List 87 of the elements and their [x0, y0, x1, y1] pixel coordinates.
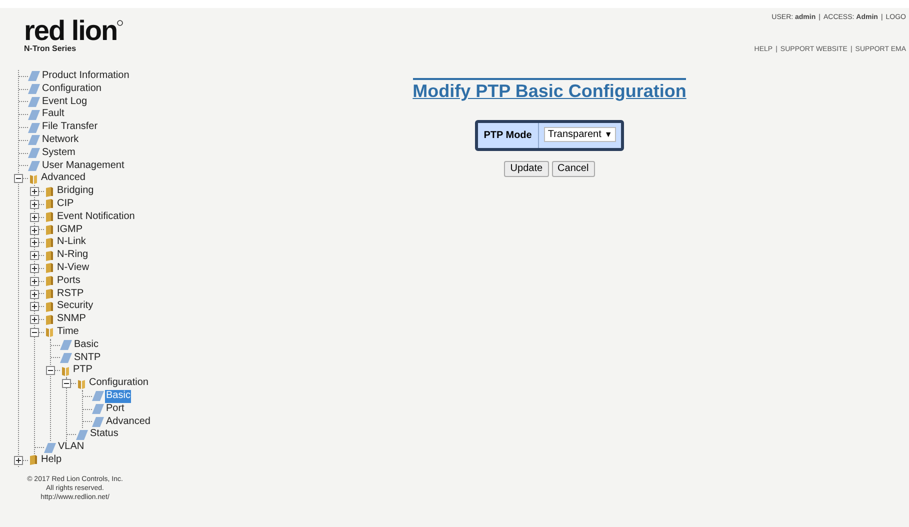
folder-icon [45, 314, 54, 325]
tree-item[interactable]: Basic [73, 338, 100, 352]
page-icon [28, 148, 40, 158]
logo-wordmark: red lion [24, 18, 118, 44]
tree-item[interactable]: Basic [105, 390, 132, 403]
page-icon [28, 84, 40, 94]
page-icon [92, 391, 104, 402]
tree-item[interactable]: Advanced [40, 172, 86, 186]
expand-icon[interactable] [30, 276, 39, 286]
folder-icon [45, 276, 54, 286]
folder-icon [45, 199, 54, 210]
page-icon [28, 71, 40, 82]
folder-icon [29, 455, 38, 466]
expand-icon[interactable] [30, 200, 39, 209]
tree-item[interactable]: Network [41, 134, 80, 147]
folder-icon [45, 288, 54, 299]
registered-mark-icon [117, 20, 124, 26]
expand-icon[interactable] [30, 315, 39, 324]
collapse-icon[interactable] [62, 379, 71, 388]
tree-item[interactable]: PTP [72, 364, 94, 378]
page-icon [28, 160, 40, 171]
expand-icon[interactable] [30, 290, 39, 299]
update-button[interactable]: Update [504, 161, 549, 177]
logo-subtitle: N-Tron Series [24, 44, 78, 54]
mode-dropdown[interactable]: Transparent ▼ [544, 127, 616, 142]
expand-icon[interactable] [30, 302, 39, 312]
page-icon [28, 135, 40, 146]
dropdown-arrow: ▼ [604, 128, 612, 140]
folder-icon [45, 186, 54, 197]
tree-item[interactable]: CIP [56, 198, 75, 211]
tree-item[interactable]: IGMP [56, 224, 84, 236]
tree-item[interactable]: File Transfer [41, 121, 99, 134]
tree-item[interactable]: N-View [56, 262, 90, 275]
collapse-icon[interactable] [46, 366, 55, 376]
page-icon [92, 404, 104, 414]
tree-item[interactable]: Security [56, 300, 94, 314]
cancel-button[interactable]: Cancel [552, 161, 595, 177]
folder-icon [45, 250, 54, 261]
tree-item[interactable]: Ports [56, 274, 82, 288]
folder-icon [45, 224, 54, 235]
tree-item[interactable]: Configuration [41, 82, 102, 96]
folder-icon [45, 263, 54, 274]
collapse-icon[interactable] [14, 174, 23, 184]
tree-item[interactable]: Help [40, 454, 63, 467]
expand-icon[interactable] [30, 264, 39, 273]
page-icon [28, 122, 40, 133]
tree-item[interactable]: SNMP [56, 313, 87, 326]
tree-item[interactable]: Advanced [105, 416, 152, 428]
tree-item[interactable]: Event Log [41, 96, 88, 108]
expand-icon[interactable] [30, 226, 39, 235]
tree-item[interactable]: Product Information [41, 70, 130, 83]
expand-icon[interactable] [30, 238, 39, 248]
folder-icon [29, 174, 38, 184]
folder-icon [45, 327, 54, 338]
tree-item[interactable]: SNTP [73, 352, 102, 364]
tree-item[interactable]: Configuration [88, 377, 150, 390]
tree-item[interactable]: User Management [41, 160, 126, 172]
folder-icon [45, 212, 54, 222]
tree-item[interactable]: Status [89, 428, 120, 442]
page-title: Modify PTP Basic Configuration [412, 78, 686, 102]
page-icon [60, 340, 72, 350]
folder-icon [61, 366, 70, 376]
tree-item[interactable]: Fault [41, 108, 66, 122]
folder-icon [45, 238, 54, 248]
tree-item[interactable]: N-Link [56, 236, 87, 250]
page-icon [92, 416, 104, 427]
tree-item[interactable]: VLAN [57, 441, 86, 454]
page-icon [28, 110, 40, 120]
expand-icon[interactable] [30, 212, 39, 222]
tree-item[interactable]: Port [105, 402, 126, 416]
page-icon [44, 442, 56, 452]
tree-item[interactable]: N-Ring [56, 249, 90, 262]
tree-item[interactable]: RSTP [56, 288, 85, 300]
folder-icon [77, 378, 86, 389]
folder-icon [45, 302, 54, 312]
expand-icon[interactable] [30, 187, 39, 196]
expand-icon[interactable] [30, 251, 39, 260]
form-label: PTP Mode [478, 123, 539, 148]
tree-item[interactable]: Event Notification [56, 210, 136, 224]
collapse-icon[interactable] [30, 328, 39, 337]
page-icon [60, 352, 72, 363]
tree-item[interactable]: Bridging [56, 185, 95, 198]
tree-item[interactable]: System [41, 146, 76, 160]
page-icon [76, 430, 88, 440]
expand-icon[interactable] [14, 456, 23, 465]
page-icon [28, 96, 40, 107]
tree-item[interactable]: Time [56, 326, 80, 339]
